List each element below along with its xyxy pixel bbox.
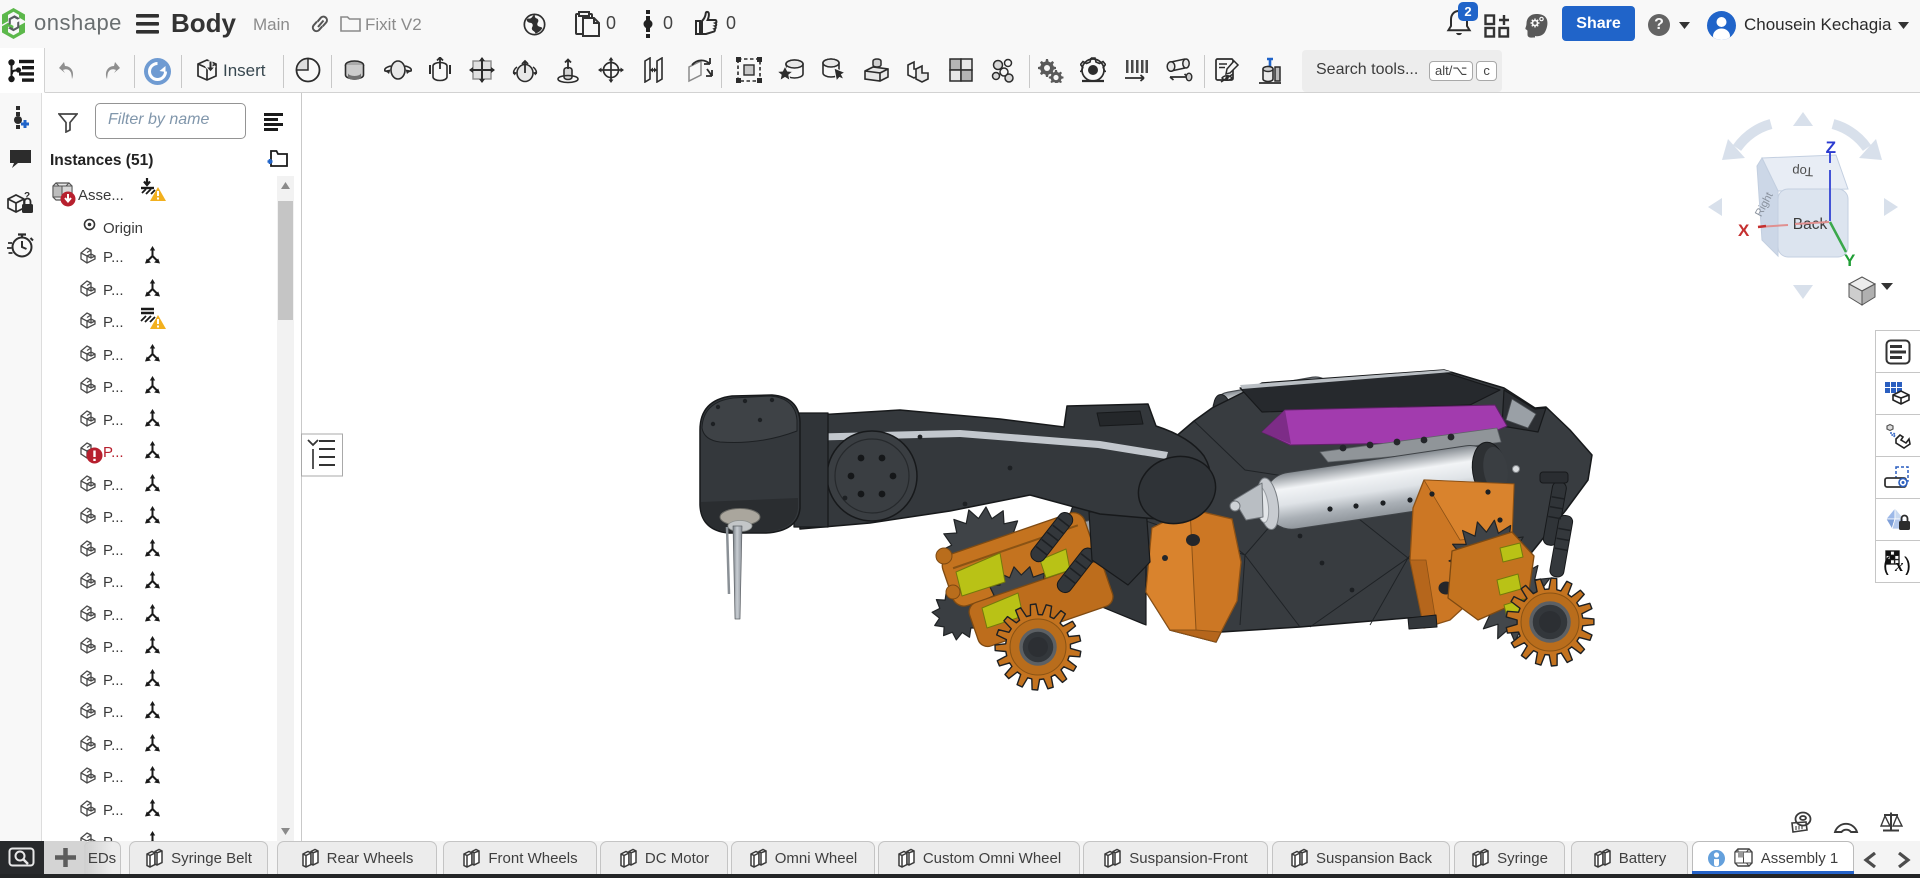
svg-text:Top: Top [1792,163,1814,179]
svg-text:): ) [1904,554,1911,575]
svg-text:Z: Z [1826,138,1836,157]
svg-text:(: ( [1884,554,1890,575]
svg-text:x: x [1894,556,1904,575]
svg-text:Y: Y [1844,251,1856,270]
svg-text:X: X [1738,221,1750,240]
